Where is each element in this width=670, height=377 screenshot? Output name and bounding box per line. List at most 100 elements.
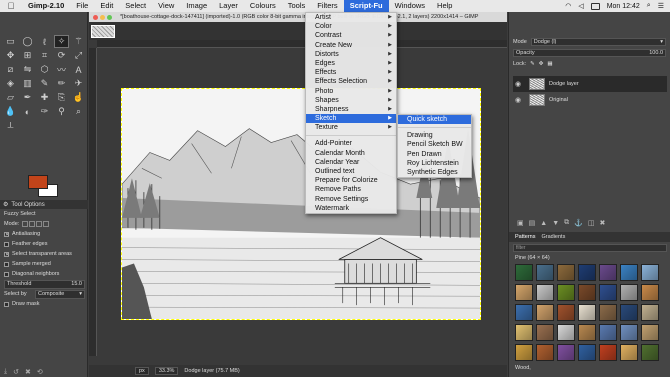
airbrush-tool-icon[interactable]: ✈ [72, 78, 85, 89]
lock-pixels-icon[interactable]: ✎ [530, 61, 535, 67]
minimize-icon[interactable] [100, 14, 105, 20]
draw-mask-option[interactable]: Draw mask [0, 299, 88, 309]
menu-item-calendar-month[interactable]: Calendar Month [306, 149, 396, 158]
draw-mask-checkbox[interactable] [4, 301, 9, 307]
menu-item-pen-drawn[interactable]: Pen Drawn [398, 150, 471, 159]
pattern-swatch[interactable] [557, 324, 575, 341]
pattern-swatch[interactable] [620, 284, 638, 301]
lower-layer-icon[interactable]: ▼ [552, 220, 559, 227]
pattern-swatch[interactable] [599, 344, 617, 361]
pattern-swatch[interactable] [599, 304, 617, 321]
menu-item-quick-sketch[interactable]: Quick sketch [398, 115, 471, 125]
menu-item-effects[interactable]: Effects ▶ [306, 68, 396, 77]
opacity-slider[interactable]: Opacity 100.0 [513, 48, 666, 57]
menu-item-effects-selection[interactable]: Effects Selection ▶ [306, 77, 396, 86]
menu-item-add-pointer[interactable]: Add-Pointer [306, 139, 396, 148]
menu-item-pencil-sketch-bw[interactable]: Pencil Sketch BW [398, 140, 471, 149]
menu-item-roy-lichtenstein[interactable]: Roy Lichtenstein [398, 159, 471, 168]
pattern-swatch[interactable] [578, 304, 596, 321]
horizontal-ruler[interactable] [97, 40, 507, 48]
pattern-swatch[interactable] [536, 284, 554, 301]
volume-icon[interactable]: ◁ [578, 2, 583, 10]
tab-gradients[interactable]: Gradients [541, 234, 565, 240]
menu-image[interactable]: Image [180, 0, 213, 12]
restore-options-icon[interactable]: ↺ [13, 368, 19, 376]
pattern-swatch[interactable] [557, 344, 575, 361]
pattern-swatch[interactable] [515, 304, 533, 321]
menu-item-synthetic-edges[interactable]: Synthetic Edges [398, 168, 471, 177]
eye-icon[interactable]: ◉ [515, 96, 525, 104]
feather-option[interactable]: Feather edges [0, 239, 88, 249]
warp-tool-icon[interactable]: 〰 [55, 64, 68, 75]
menu-item-sketch[interactable]: Sketch ▶ [306, 114, 396, 124]
battery-icon[interactable] [590, 2, 600, 10]
menu-item-outlined-text[interactable]: Outlined text [306, 167, 396, 176]
threshold-slider[interactable]: Threshold 15.0 [4, 279, 85, 289]
free-select-tool-icon[interactable]: ℓ [38, 36, 51, 47]
rotate-tool-icon[interactable]: ⟳ [55, 50, 68, 61]
menu-item-edges[interactable]: Edges ▶ [306, 59, 396, 68]
pattern-swatch[interactable] [641, 264, 659, 281]
gradient-tool-icon[interactable]: ▥ [21, 78, 34, 89]
clock[interactable]: Mon 12:42 [607, 3, 640, 10]
transparent-option[interactable]: ✕ Select transparent areas [0, 249, 88, 259]
pattern-filter-input[interactable]: filter [513, 244, 667, 252]
save-options-icon[interactable]: ⤓ [4, 368, 7, 376]
layer-row-original[interactable]: ◉ Original [513, 92, 667, 108]
mode-buttons[interactable] [22, 221, 50, 227]
pattern-swatch[interactable] [641, 324, 659, 341]
unit-select[interactable]: px [135, 367, 149, 375]
menu-view[interactable]: View [152, 0, 180, 12]
menu-item-shapes[interactable]: Shapes ▶ [306, 96, 396, 105]
pattern-swatch[interactable] [557, 304, 575, 321]
pattern-swatch[interactable] [641, 344, 659, 361]
anchor-icon[interactable]: ⚓ [574, 219, 583, 227]
tab-patterns[interactable]: Patterns [515, 234, 535, 240]
tool-options-tab[interactable]: ⚙ Tool Options [0, 200, 88, 209]
menu-item-color[interactable]: Color ▶ [306, 22, 396, 31]
close-icon[interactable] [93, 14, 98, 20]
heal-tool-icon[interactable]: ✚ [38, 92, 51, 103]
pattern-swatch[interactable] [515, 284, 533, 301]
menu-layer[interactable]: Layer [213, 0, 244, 12]
search-icon[interactable]: ⌕ [647, 2, 651, 10]
menu-item-prepare-for-colorize[interactable]: Prepare for Colorize [306, 176, 396, 185]
lock-alpha-icon[interactable]: ▦ [547, 61, 552, 67]
path-tool-icon[interactable]: ✑ [38, 106, 51, 117]
layer-mode-dropdown[interactable]: Dodge (l) ▾ [530, 37, 666, 46]
eraser-tool-icon[interactable]: ▱ [4, 92, 17, 103]
feather-checkbox[interactable] [4, 241, 9, 247]
duplicate-layer-icon[interactable]: ⧉ [564, 219, 569, 227]
dodge-tool-icon[interactable]: ◐ [21, 106, 34, 117]
clone-tool-icon[interactable]: ⎘ [55, 92, 68, 103]
menu-list-icon[interactable]: ☰ [658, 2, 664, 10]
shear-tool-icon[interactable]: ⧄ [4, 64, 17, 75]
pencil-tool-icon[interactable]: ✏ [55, 78, 68, 89]
vertical-ruler[interactable] [89, 48, 97, 356]
antialiasing-option[interactable]: ✕ Antialiasing [0, 229, 88, 239]
menu-colours[interactable]: Colours [244, 0, 282, 12]
apple-icon[interactable]:  [0, 1, 22, 11]
menu-item-remove-settings[interactable]: Remove Settings [306, 195, 396, 204]
transparent-checkbox[interactable]: ✕ [4, 251, 9, 257]
eye-icon[interactable]: ◉ [515, 80, 525, 88]
menu-select[interactable]: Select [119, 0, 152, 12]
pattern-swatch[interactable] [578, 324, 596, 341]
foreground-color-swatch[interactable] [28, 175, 48, 189]
pattern-swatch[interactable] [536, 324, 554, 341]
blur-tool-icon[interactable]: 💧 [4, 106, 17, 117]
menu-item-distorts[interactable]: Distorts ▶ [306, 50, 396, 59]
menu-item-photo[interactable]: Photo ▶ [306, 87, 396, 96]
pattern-swatch[interactable] [599, 284, 617, 301]
menu-item-create-new[interactable]: Create New ▶ [306, 41, 396, 50]
wifi-icon[interactable]: ◠ [565, 2, 571, 10]
text-tool-icon[interactable]: A [72, 64, 85, 75]
ink-tool-icon[interactable]: ✒ [21, 92, 34, 103]
flip-tool-icon[interactable]: ⇋ [21, 64, 34, 75]
scale-tool-icon[interactable]: ⤢ [72, 50, 85, 61]
select-by-dropdown[interactable]: Composite ▾ [35, 289, 85, 299]
pattern-swatch[interactable] [536, 264, 554, 281]
pattern-swatch[interactable] [641, 304, 659, 321]
pattern-swatch[interactable] [599, 264, 617, 281]
pattern-swatch[interactable] [620, 344, 638, 361]
